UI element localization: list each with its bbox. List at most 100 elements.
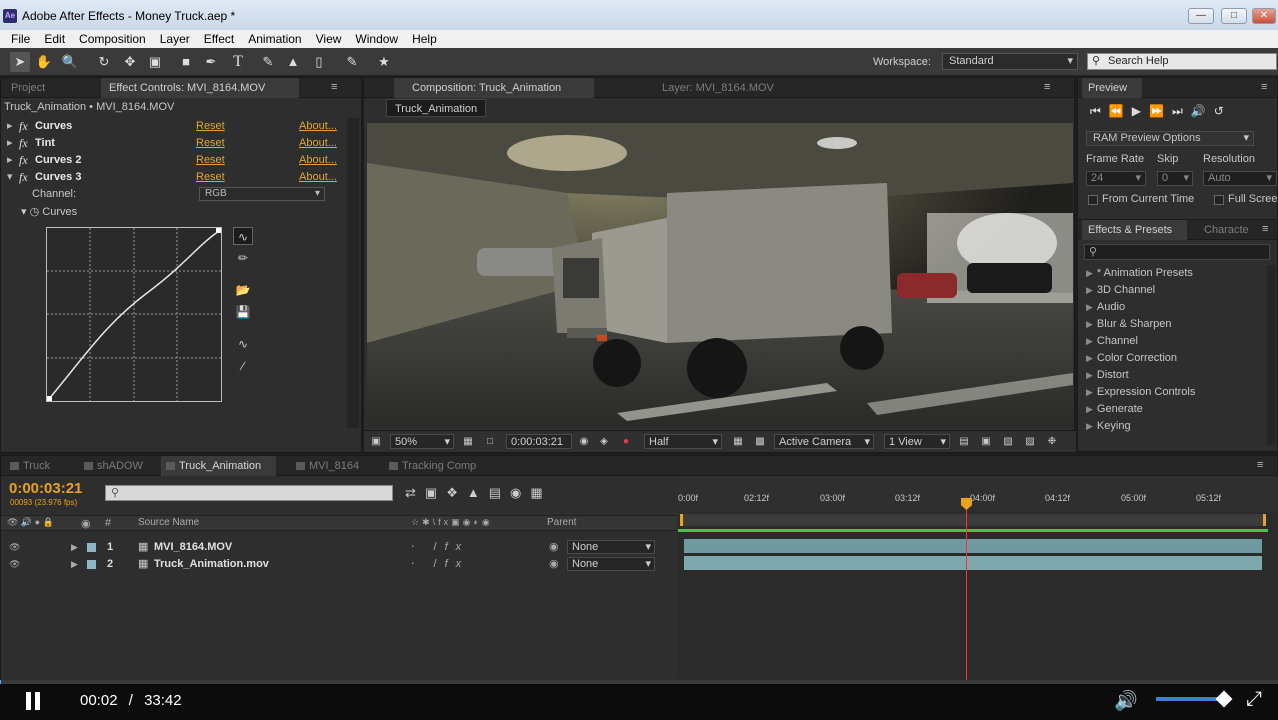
previous-frame-icon[interactable]: ⏪ (1109, 104, 1132, 118)
smooth-curve-icon[interactable]: ∿ (233, 335, 253, 353)
timeline-current-time[interactable]: 0:00:03:21 (9, 480, 82, 497)
expand-triangle-icon[interactable]: ▶ (71, 539, 78, 556)
tab-tracking-comp[interactable]: Tracking Comp (384, 456, 476, 476)
exposure-icon[interactable]: ❉ (1044, 434, 1060, 449)
frame-rate-select[interactable]: 24 ▾ (1086, 171, 1146, 186)
ram-preview-options-select[interactable]: RAM Preview Options ▾ (1086, 131, 1254, 146)
expand-triangle-icon[interactable]: ▶ (1086, 302, 1093, 312)
timeline-graph-area[interactable]: 0:00f 02:12f 03:00f 03:12f 04:00f 04:12f… (678, 477, 1278, 681)
tab-preview[interactable]: Preview (1082, 78, 1142, 98)
current-time-display[interactable]: 0:00:03:21 (506, 434, 572, 449)
source-name-header[interactable]: Source Name (138, 517, 199, 528)
type-tool-icon[interactable]: T (228, 52, 248, 72)
preset-category[interactable]: ▶ Expression Controls (1086, 384, 1195, 401)
panel-menu-icon[interactable]: ≡ (1044, 81, 1050, 93)
expand-triangle-icon[interactable]: ▶ (1086, 404, 1093, 414)
expand-triangle-icon[interactable]: ▶ (1086, 285, 1093, 295)
first-frame-icon[interactable]: ⏮ (1090, 104, 1109, 118)
layer-2-duration-bar[interactable] (684, 556, 1262, 570)
region-of-interest-icon[interactable]: □ (482, 434, 498, 449)
panel-menu-icon[interactable]: ≡ (1257, 459, 1263, 471)
expand-triangle-icon[interactable]: ▶ (71, 556, 78, 573)
from-current-time-checkbox[interactable] (1088, 195, 1098, 205)
hide-shy-layers-icon[interactable]: ❖ (446, 485, 467, 500)
fit-icon[interactable]: ▦ (460, 434, 476, 449)
effects-scrollbar[interactable] (1267, 265, 1276, 445)
menu-animation[interactable]: Animation (241, 30, 308, 48)
zoom-select[interactable]: 50% ▾ (390, 434, 454, 449)
brainstorm-icon[interactable]: ◉ (510, 485, 530, 500)
layer-row-1[interactable]: 👁 ▶ 1 ▦ MVI_8164.MOV ⋅ /fx ◉ None ▾ (1, 539, 677, 556)
draft-3d-icon[interactable]: ▣ (425, 485, 446, 500)
roto-brush-tool-icon[interactable]: ✎ (342, 52, 362, 72)
camera-tool-icon[interactable]: ✥ (120, 52, 140, 72)
clone-stamp-tool-icon[interactable]: ▲ (283, 52, 303, 72)
reset-link[interactable]: Reset (196, 118, 225, 135)
reset-link[interactable]: Reset (196, 135, 225, 152)
puppet-pin-tool-icon[interactable]: ★ (374, 52, 394, 72)
expand-triangle-icon[interactable]: ▶ (1086, 421, 1093, 431)
effect-row-tint[interactable]: ▸ fx Tint Reset About... (1, 135, 346, 152)
fullscreen-icon[interactable]: ⤢ (1246, 688, 1262, 711)
workspace-select[interactable]: Standard ▾ (942, 53, 1078, 70)
panel-menu-icon[interactable]: ≡ (1262, 223, 1268, 235)
panel-menu-icon[interactable]: ≡ (331, 81, 337, 93)
curves-graph[interactable] (46, 227, 222, 402)
effect-controls-scrollbar[interactable] (347, 118, 359, 428)
skip-select[interactable]: 0 ▾ (1157, 171, 1193, 186)
comp-breadcrumb[interactable]: Truck_Animation (386, 99, 487, 117)
rectangle-tool-icon[interactable]: ■ (176, 52, 196, 72)
expand-triangle-icon[interactable]: ▸ (7, 118, 13, 135)
effect-row-curves[interactable]: ▸ fx Curves Reset About... (1, 118, 346, 135)
tab-mvi-8164[interactable]: MVI_8164 (291, 456, 359, 476)
about-link[interactable]: About... (299, 169, 337, 186)
label-color-icon[interactable] (87, 543, 96, 552)
current-time-indicator[interactable] (966, 497, 967, 681)
minimize-button[interactable]: — (1188, 8, 1214, 24)
video-progress-track[interactable] (0, 680, 1278, 684)
effects-search-input[interactable]: ⚲ (1084, 244, 1270, 260)
layer-switches[interactable]: ⋅ /fx (411, 556, 469, 573)
visibility-eye-icon[interactable]: 👁 (9, 539, 20, 556)
selection-tool-icon[interactable]: ➤ (10, 52, 30, 72)
timeline-icon[interactable]: ▧ (1000, 434, 1016, 449)
label-color-icon[interactable] (87, 560, 96, 569)
channel-select[interactable]: RGB ▾ (199, 187, 325, 201)
zoom-tool-icon[interactable]: 🔍 (60, 52, 80, 72)
rotation-tool-icon[interactable]: ↻ (94, 52, 114, 72)
stopwatch-icon[interactable]: ◷ (30, 206, 40, 218)
layer-name[interactable]: MVI_8164.MOV (154, 539, 232, 556)
fx-icon[interactable]: fx (19, 152, 28, 169)
tab-truck-animation[interactable]: Truck_Animation (161, 456, 276, 476)
preset-category[interactable]: ▶ Audio (1086, 299, 1125, 316)
preset-category[interactable]: ▶ Generate (1086, 401, 1143, 418)
effect-row-curves-3[interactable]: ▾ fx Curves 3 Reset About... (1, 169, 346, 186)
close-button[interactable]: ✕ (1252, 8, 1276, 24)
parent-select[interactable]: None ▾ (567, 540, 655, 554)
preset-category[interactable]: ▶ Distort (1086, 367, 1129, 384)
preset-category[interactable]: ▶ Color Correction (1086, 350, 1177, 367)
resolution-select[interactable]: Half ▾ (644, 434, 722, 449)
expand-triangle-icon[interactable]: ▶ (1086, 336, 1093, 346)
about-link[interactable]: About... (299, 118, 337, 135)
fx-icon[interactable]: fx (19, 135, 28, 152)
eraser-tool-icon[interactable]: ▯ (309, 52, 329, 72)
layer-switches[interactable]: ⋅ /fx (411, 539, 469, 556)
fx-icon[interactable]: fx (19, 169, 28, 186)
expand-triangle-icon[interactable]: ▸ (7, 152, 13, 169)
about-link[interactable]: About... (299, 135, 337, 152)
expand-triangle-icon[interactable]: ▾ (21, 206, 27, 218)
camera-select[interactable]: Active Camera ▾ (774, 434, 874, 449)
visibility-eye-icon[interactable]: 👁 (9, 556, 20, 573)
fast-previews-icon[interactable]: ▣ (978, 434, 994, 449)
reset-link[interactable]: Reset (196, 152, 225, 169)
audio-icon[interactable]: 🔊 (1191, 104, 1214, 118)
menu-composition[interactable]: Composition (72, 30, 153, 48)
tab-truck[interactable]: Truck (5, 456, 50, 476)
view-layout-select[interactable]: 1 View ▾ (884, 434, 950, 449)
layer-name[interactable]: Truck_Animation.mov (154, 556, 269, 573)
pan-behind-tool-icon[interactable]: ▣ (145, 52, 165, 72)
always-preview-icon[interactable]: ▣ (368, 434, 384, 449)
preset-category[interactable]: ▶ Channel (1086, 333, 1138, 350)
next-frame-icon[interactable]: ⏩ (1149, 104, 1172, 118)
